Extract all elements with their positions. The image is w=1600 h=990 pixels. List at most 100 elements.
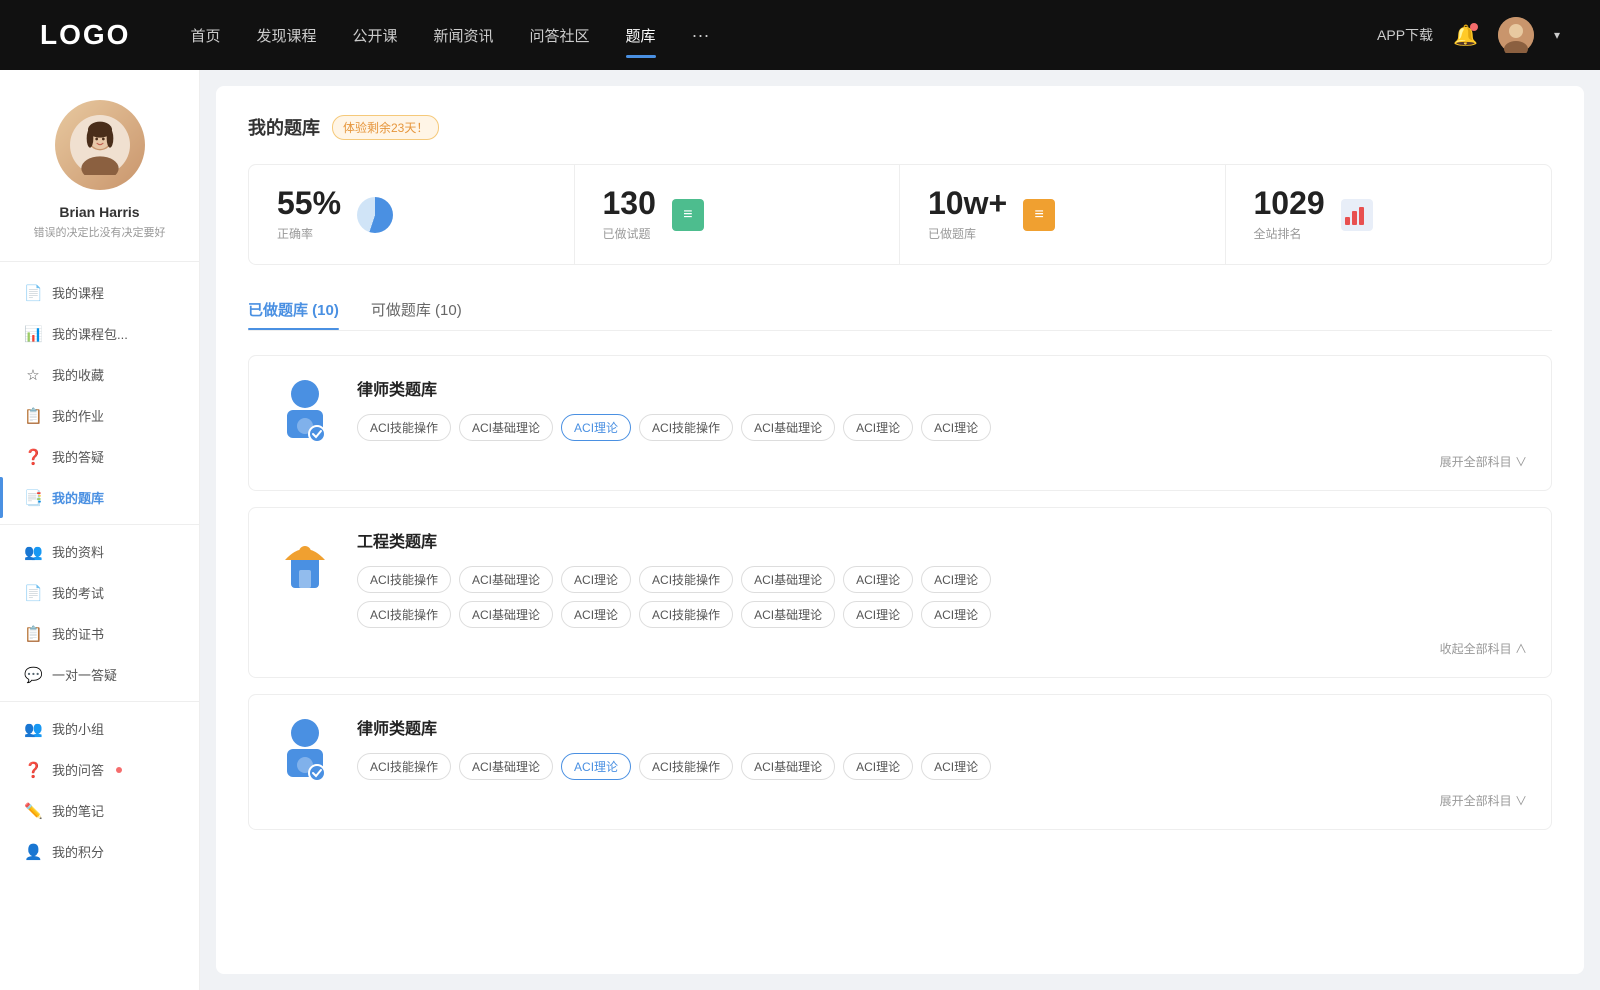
nav-open-course[interactable]: 公开课 xyxy=(352,21,397,50)
tag-eng-theory-3[interactable]: ACI理论 xyxy=(921,566,991,593)
sidebar-item-homework[interactable]: 📋 我的作业 xyxy=(0,395,199,436)
tag-aci-basic-1[interactable]: ACI基础理论 xyxy=(459,414,553,441)
tag-eng-theory-6[interactable]: ACI理论 xyxy=(921,601,991,628)
tag-aci-theory-3[interactable]: ACI理论 xyxy=(921,414,991,441)
tag-eng-skill-4[interactable]: ACI技能操作 xyxy=(639,601,733,628)
sidebar-item-exam[interactable]: 📄 我的考试 xyxy=(0,572,199,613)
sidebar-label-notes: 我的笔记 xyxy=(52,801,104,820)
trial-badge: 体验剩余23天！ xyxy=(332,115,439,140)
myqa-dot xyxy=(116,767,122,773)
sidebar-item-course[interactable]: 📄 我的课程 xyxy=(0,272,199,313)
sidebar-item-group[interactable]: 👥 我的小组 xyxy=(0,708,199,749)
tag-aci-theory-active-1[interactable]: ACI理论 xyxy=(561,414,631,441)
tag-eng-skill-1[interactable]: ACI技能操作 xyxy=(357,566,451,593)
sidebar: Brian Harris 错误的决定比没有决定要好 📄 我的课程 📊 我的课程包… xyxy=(0,70,200,990)
sidebar-label-qa: 我的答疑 xyxy=(52,447,104,466)
sidebar-menu: 📄 我的课程 📊 我的课程包... ☆ 我的收藏 📋 我的作业 ❓ 我的答疑 📑 xyxy=(0,262,199,882)
logo: LOGO xyxy=(40,19,130,51)
bar-chart-icon xyxy=(1341,199,1373,231)
bank-engineer-name: 工程类题库 xyxy=(357,528,1527,552)
tag-eng-basic-2[interactable]: ACI基础理论 xyxy=(741,566,835,593)
profile-avatar xyxy=(55,100,145,190)
tab-available-banks[interactable]: 可做题库 (10) xyxy=(371,293,462,330)
sidebar-label-homework: 我的作业 xyxy=(52,406,104,425)
tag-eng-basic-1[interactable]: ACI基础理论 xyxy=(459,566,553,593)
app-download-button[interactable]: APP下载 xyxy=(1377,25,1433,45)
tag-law2-skill-2[interactable]: ACI技能操作 xyxy=(639,753,733,780)
tag-aci-basic-2[interactable]: ACI基础理论 xyxy=(741,414,835,441)
tag-law2-theory-active[interactable]: ACI理论 xyxy=(561,753,631,780)
tag-eng-theory-5[interactable]: ACI理论 xyxy=(843,601,913,628)
tag-law2-basic-2[interactable]: ACI基础理论 xyxy=(741,753,835,780)
stat-rank-label: 全站排名 xyxy=(1254,225,1325,242)
stat-done-banks-value: 10w+ xyxy=(928,187,1007,219)
sidebar-item-myqa[interactable]: ❓ 我的问答 xyxy=(0,749,199,790)
stat-done-banks-info: 10w+ 已做题库 xyxy=(928,187,1007,242)
profile-avatar-image xyxy=(70,115,130,175)
sidebar-label-points: 我的积分 xyxy=(52,842,104,861)
nav-news[interactable]: 新闻资讯 xyxy=(434,21,494,50)
bank-engineer-tags-row1: ACI技能操作 ACI基础理论 ACI理论 ACI技能操作 ACI基础理论 AC… xyxy=(357,566,1527,593)
sidebar-item-course-package[interactable]: 📊 我的课程包... xyxy=(0,313,199,354)
profile-name: Brian Harris xyxy=(59,204,139,220)
stat-done-questions: 130 已做试题 ≡ xyxy=(575,165,901,264)
stat-done-questions-value: 130 xyxy=(603,187,656,219)
sidebar-divider-1 xyxy=(0,524,199,525)
doc-amber-icon: ≡ xyxy=(1023,199,1055,231)
tag-eng-theory-2[interactable]: ACI理论 xyxy=(843,566,913,593)
bank-lawyer-1-info: 律师类题库 ACI技能操作 ACI基础理论 ACI理论 ACI技能操作 ACI基… xyxy=(357,376,1527,470)
tag-aci-skill-2[interactable]: ACI技能操作 xyxy=(639,414,733,441)
sidebar-item-notes[interactable]: ✏️ 我的笔记 xyxy=(0,790,199,831)
tag-aci-theory-2[interactable]: ACI理论 xyxy=(843,414,913,441)
user-menu-chevron[interactable]: ▾ xyxy=(1554,28,1560,42)
tab-done-banks[interactable]: 已做题库 (10) xyxy=(248,293,339,330)
bank-lawyer-2-expand[interactable]: 展开全部科目 ∨ xyxy=(357,788,1527,809)
profile-bio: 错误的决定比没有决定要好 xyxy=(34,226,166,241)
sidebar-item-profile-data[interactable]: 👥 我的资料 xyxy=(0,531,199,572)
nav-discover[interactable]: 发现课程 xyxy=(256,21,316,50)
doc-teal-icon: ≡ xyxy=(672,199,704,231)
tag-eng-skill-2[interactable]: ACI技能操作 xyxy=(639,566,733,593)
bank-lawyer-icon-2 xyxy=(273,715,337,785)
main-content: 我的题库 体验剩余23天！ 55% 正确率 130 已做试题 xyxy=(216,86,1584,974)
bank-lawyer-1-expand[interactable]: 展开全部科目 ∨ xyxy=(357,449,1527,470)
nav-home[interactable]: 首页 xyxy=(190,21,220,50)
tag-eng-basic-3[interactable]: ACI基础理论 xyxy=(459,601,553,628)
sidebar-item-cert[interactable]: 📋 我的证书 xyxy=(0,613,199,654)
stat-accuracy-info: 55% 正确率 xyxy=(277,187,341,242)
stat-accuracy: 55% 正确率 xyxy=(249,165,575,264)
stat-done-banks: 10w+ 已做题库 ≡ xyxy=(900,165,1226,264)
tag-eng-theory-4[interactable]: ACI理论 xyxy=(561,601,631,628)
page-title: 我的题库 xyxy=(248,114,320,140)
nav-more[interactable]: ··· xyxy=(692,21,710,50)
sidebar-label-myqa: 我的问答 xyxy=(52,760,104,779)
myqa-icon: ❓ xyxy=(24,761,42,779)
tag-law2-basic-1[interactable]: ACI基础理论 xyxy=(459,753,553,780)
tag-law2-theory-3[interactable]: ACI理论 xyxy=(921,753,991,780)
nav-question-bank[interactable]: 题库 xyxy=(626,21,656,50)
tag-eng-theory-1[interactable]: ACI理论 xyxy=(561,566,631,593)
nav-qa[interactable]: 问答社区 xyxy=(530,21,590,50)
stat-accuracy-value: 55% xyxy=(277,187,341,219)
stat-accuracy-icon xyxy=(357,197,393,233)
tag-law2-theory-2[interactable]: ACI理论 xyxy=(843,753,913,780)
bank-engineer-icon xyxy=(273,528,337,598)
tag-eng-skill-3[interactable]: ACI技能操作 xyxy=(357,601,451,628)
tag-aci-skill-1[interactable]: ACI技能操作 xyxy=(357,414,451,441)
sidebar-item-points[interactable]: 👤 我的积分 xyxy=(0,831,199,872)
stat-accuracy-label: 正确率 xyxy=(277,225,341,242)
sidebar-item-qa[interactable]: ❓ 我的答疑 xyxy=(0,436,199,477)
bank-card-lawyer-2: 律师类题库 ACI技能操作 ACI基础理论 ACI理论 ACI技能操作 ACI基… xyxy=(248,694,1552,830)
sidebar-item-collection[interactable]: ☆ 我的收藏 xyxy=(0,354,199,395)
group-icon: 👥 xyxy=(24,720,42,738)
sidebar-item-oneone-qa[interactable]: 💬 一对一答疑 xyxy=(0,654,199,695)
sidebar-item-question-bank[interactable]: 📑 我的题库 xyxy=(0,477,199,518)
topnav-right: APP下载 🔔 ▾ xyxy=(1377,17,1560,53)
notification-bell[interactable]: 🔔 xyxy=(1453,23,1478,48)
tag-eng-basic-4[interactable]: ACI基础理论 xyxy=(741,601,835,628)
stat-done-questions-info: 130 已做试题 xyxy=(603,187,656,242)
avatar[interactable] xyxy=(1498,17,1534,53)
pie-chart-icon xyxy=(357,197,393,233)
tag-law2-skill-1[interactable]: ACI技能操作 xyxy=(357,753,451,780)
bank-engineer-expand[interactable]: 收起全部科目 ∧ xyxy=(357,636,1527,657)
